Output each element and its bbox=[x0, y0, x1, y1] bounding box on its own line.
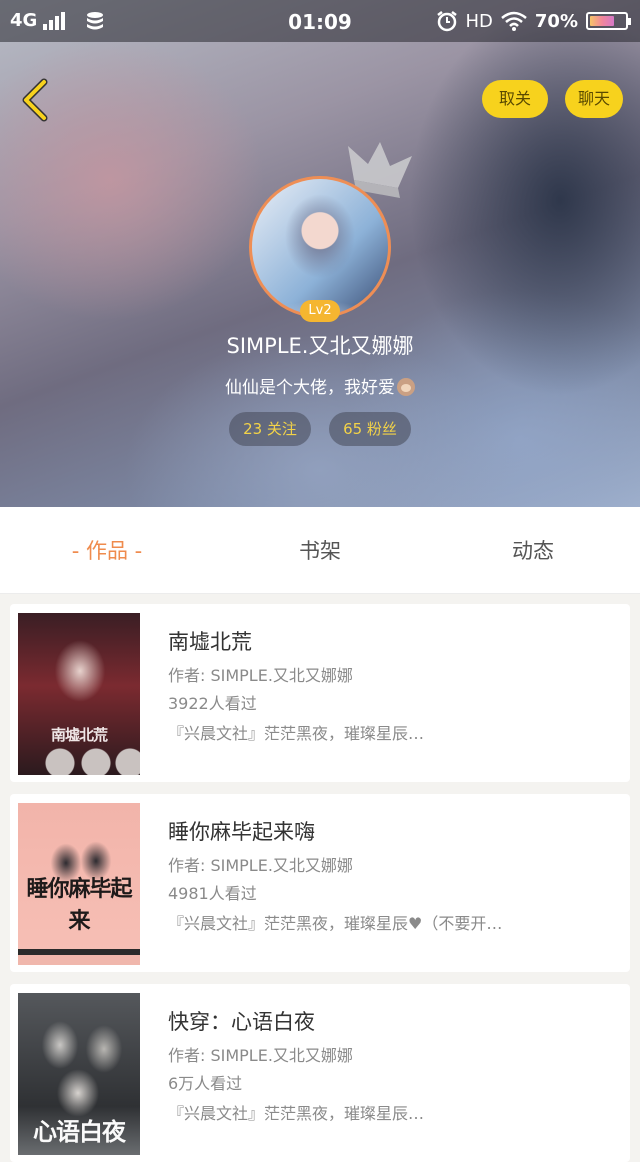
monkey-emoji-icon bbox=[397, 378, 415, 396]
battery-icon bbox=[586, 12, 631, 30]
book-views: 4981人看过 bbox=[168, 884, 257, 903]
book-description: 『兴晨文社』茫茫黑夜，璀璨星辰♥（不要开… bbox=[168, 914, 503, 933]
wifi-icon bbox=[501, 11, 527, 31]
bio-text: 仙仙是个大佬，我好爱 bbox=[225, 378, 395, 398]
chevron-left-icon bbox=[22, 78, 48, 122]
list-item[interactable]: 南墟北荒 南墟北荒 作者: SIMPLE.又北又娜娜 3922人看过 『兴晨文社… bbox=[10, 604, 630, 782]
tab-bookshelf[interactable]: 书架 bbox=[253, 507, 387, 593]
hd-label: HD bbox=[465, 10, 493, 32]
book-views: 6万人看过 bbox=[168, 1074, 243, 1093]
book-author: 作者: SIMPLE.又北又娜娜 bbox=[168, 666, 353, 685]
book-cover: 心语白夜 bbox=[18, 993, 140, 1155]
bio: 仙仙是个大佬，我好爱 bbox=[0, 373, 640, 398]
cover-title: 南墟北荒 bbox=[50, 726, 108, 744]
book-cover: 南墟北荒 bbox=[18, 613, 140, 775]
unfollow-button[interactable]: 取关 bbox=[482, 80, 548, 118]
book-title: 南墟北荒 bbox=[168, 630, 252, 654]
username: SIMPLE.又北又娜娜 bbox=[226, 334, 414, 358]
back-button[interactable] bbox=[14, 78, 58, 122]
book-author: 作者: SIMPLE.又北又娜娜 bbox=[168, 1046, 353, 1065]
status-bar: 4G 01:09 HD 70% bbox=[0, 0, 640, 42]
profile-header: 4G 01:09 HD 70% 取关 聊天 Lv2 SIMPLE.又北又娜娜 仙… bbox=[0, 0, 640, 507]
battery-percent: 70% bbox=[534, 10, 578, 32]
book-title: 快穿：心语白夜 bbox=[168, 1010, 315, 1034]
tab-bar: - 作品 - 书架 动态 bbox=[0, 507, 640, 594]
chat-button[interactable]: 聊天 bbox=[565, 80, 623, 118]
book-views: 3922人看过 bbox=[168, 694, 257, 713]
book-author: 作者: SIMPLE.又北又娜娜 bbox=[168, 856, 353, 875]
tab-works[interactable]: - 作品 - bbox=[40, 507, 174, 593]
book-title: 睡你麻毕起来嗨 bbox=[168, 820, 315, 844]
followers-count[interactable]: 65 粉丝 bbox=[329, 412, 411, 446]
cover-title: 睡你麻毕起来 bbox=[26, 876, 132, 934]
following-count[interactable]: 23 关注 bbox=[229, 412, 311, 446]
tab-feed[interactable]: 动态 bbox=[466, 507, 600, 593]
list-item[interactable]: 睡你麻毕起来 睡你麻毕起来嗨 作者: SIMPLE.又北又娜娜 4981人看过 … bbox=[10, 794, 630, 972]
alarm-icon bbox=[436, 11, 457, 32]
list-item[interactable]: 心语白夜 快穿：心语白夜 作者: SIMPLE.又北又娜娜 6万人看过 『兴晨文… bbox=[10, 984, 630, 1162]
cover-title: 心语白夜 bbox=[33, 1117, 126, 1146]
level-badge: Lv2 bbox=[300, 300, 340, 322]
avatar[interactable] bbox=[249, 176, 391, 318]
book-description: 『兴晨文社』茫茫黑夜，璀璨星辰… bbox=[168, 1104, 425, 1123]
book-cover: 睡你麻毕起来 bbox=[18, 803, 140, 965]
book-description: 『兴晨文社』茫茫黑夜，璀璨星辰… bbox=[168, 724, 425, 743]
